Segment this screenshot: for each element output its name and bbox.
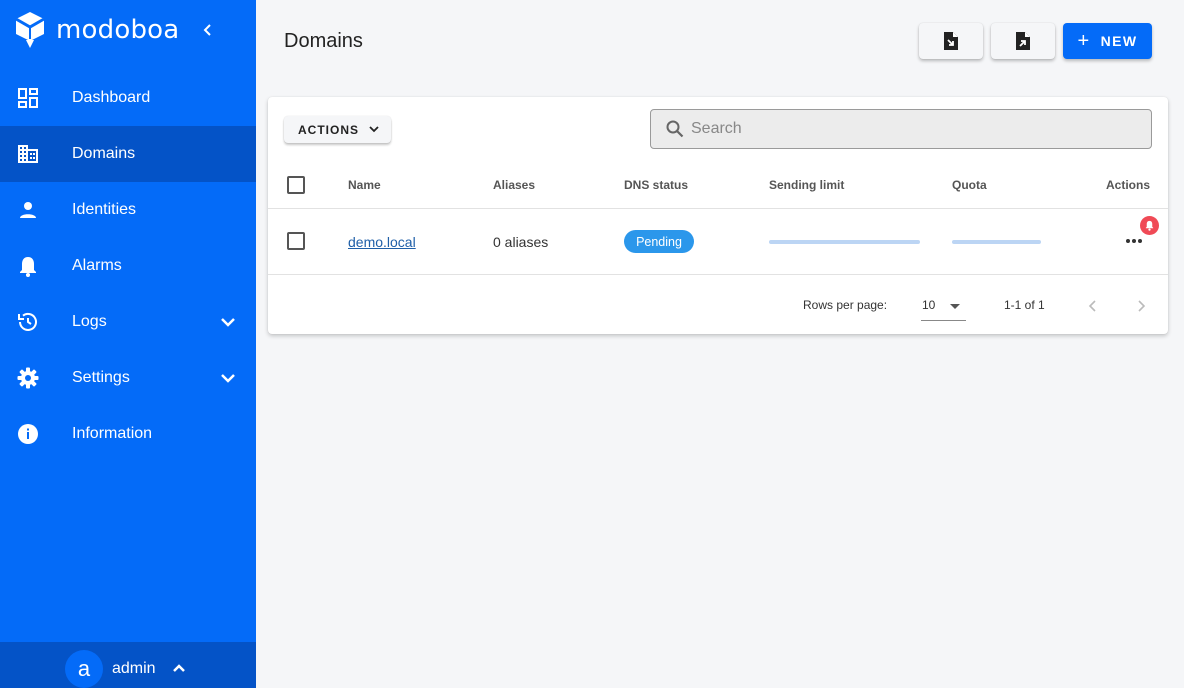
column-header-dns-status[interactable]: DNS status [624, 178, 688, 192]
actions-menu-button[interactable]: ACTIONS [284, 116, 391, 143]
sidebar-item-label: Settings [72, 369, 130, 386]
column-header-sending-limit[interactable]: Sending limit [769, 178, 844, 192]
page-title: Domains [284, 30, 363, 52]
history-icon [18, 312, 37, 331]
person-icon [20, 202, 36, 218]
row-checkbox[interactable] [287, 232, 305, 250]
search-icon [666, 120, 684, 138]
header-divider [268, 208, 1168, 209]
user-menu[interactable]: a admin [0, 642, 256, 688]
sidebar-item-settings[interactable]: Settings [0, 350, 256, 406]
column-header-actions: Actions [1106, 178, 1151, 192]
pagination-range: 1-1 of 1 [1004, 298, 1045, 312]
alarm-badge [1140, 216, 1159, 235]
collapse-sidebar-button[interactable] [196, 18, 220, 42]
sidebar-item-label: Domains [72, 145, 136, 162]
sidebar-item-label: Logs [72, 313, 107, 330]
new-button-label: NEW [1100, 33, 1138, 49]
quota-progress [952, 240, 1041, 244]
dns-status-badge: Pending [624, 230, 694, 253]
file-import-icon [944, 32, 958, 50]
rows-per-page-select[interactable]: 10 [921, 293, 966, 321]
app-name: modoboa [56, 15, 180, 45]
chevron-left-icon[interactable] [1083, 296, 1103, 316]
chevron-right-icon[interactable] [1131, 296, 1151, 316]
rows-per-page-value: 10 [922, 298, 936, 312]
chevron-down-icon [369, 126, 379, 133]
row-divider [268, 274, 1168, 275]
sidebar-item-logs[interactable]: Logs [0, 294, 256, 350]
export-button[interactable] [991, 23, 1055, 59]
sending-limit-progress [769, 240, 920, 244]
sidebar-item-identities[interactable]: Identities [0, 182, 256, 238]
domain-icon [18, 145, 38, 163]
rows-per-page-label: Rows per page: [803, 298, 888, 312]
column-header-quota[interactable]: Quota [952, 178, 987, 192]
plus-icon: + [1077, 30, 1091, 52]
new-domain-button[interactable]: + NEW [1063, 23, 1152, 59]
more-horizontal-icon [1126, 239, 1142, 243]
sidebar-item-label: Alarms [72, 257, 122, 274]
sidebar-item-information[interactable]: Information [0, 406, 256, 462]
sidebar-item-label: Dashboard [72, 89, 151, 106]
column-header-name[interactable]: Name [348, 178, 381, 192]
sidebar-item-alarms[interactable]: Alarms [0, 238, 256, 294]
bell-icon [20, 257, 36, 277]
import-button[interactable] [919, 23, 983, 59]
caret-down-icon [950, 304, 960, 309]
bell-icon [1145, 220, 1154, 231]
sidebar: modoboa Dashboard Domains Identities Ala… [0, 0, 256, 688]
sidebar-item-label: Identities [72, 201, 137, 218]
actions-label: ACTIONS [298, 122, 359, 137]
search-field[interactable] [650, 109, 1152, 149]
info-icon [18, 424, 38, 444]
domains-card: ACTIONS Name Aliases DNS status Sending … [268, 97, 1168, 334]
search-input[interactable] [691, 117, 1131, 141]
gear-icon [17, 367, 39, 389]
sidebar-item-dashboard[interactable]: Dashboard [0, 70, 256, 126]
chevron-up-icon [173, 664, 185, 672]
domain-link[interactable]: demo.local [348, 234, 416, 250]
user-name: admin [112, 660, 156, 677]
file-export-icon [1016, 32, 1030, 50]
select-all-checkbox[interactable] [287, 176, 305, 194]
modoboa-logo-icon [15, 12, 45, 48]
column-header-aliases[interactable]: Aliases [493, 178, 535, 192]
sidebar-item-domains[interactable]: Domains [0, 126, 256, 182]
chevron-left-icon [203, 24, 211, 36]
chevron-down-icon [221, 318, 235, 327]
sidebar-item-label: Information [72, 425, 153, 442]
sidebar-nav: Dashboard Domains Identities Alarms Logs… [0, 70, 256, 462]
dashboard-icon [18, 88, 38, 108]
avatar: a [65, 650, 103, 688]
chevron-down-icon [221, 374, 235, 383]
aliases-count: 0 aliases [493, 234, 549, 250]
